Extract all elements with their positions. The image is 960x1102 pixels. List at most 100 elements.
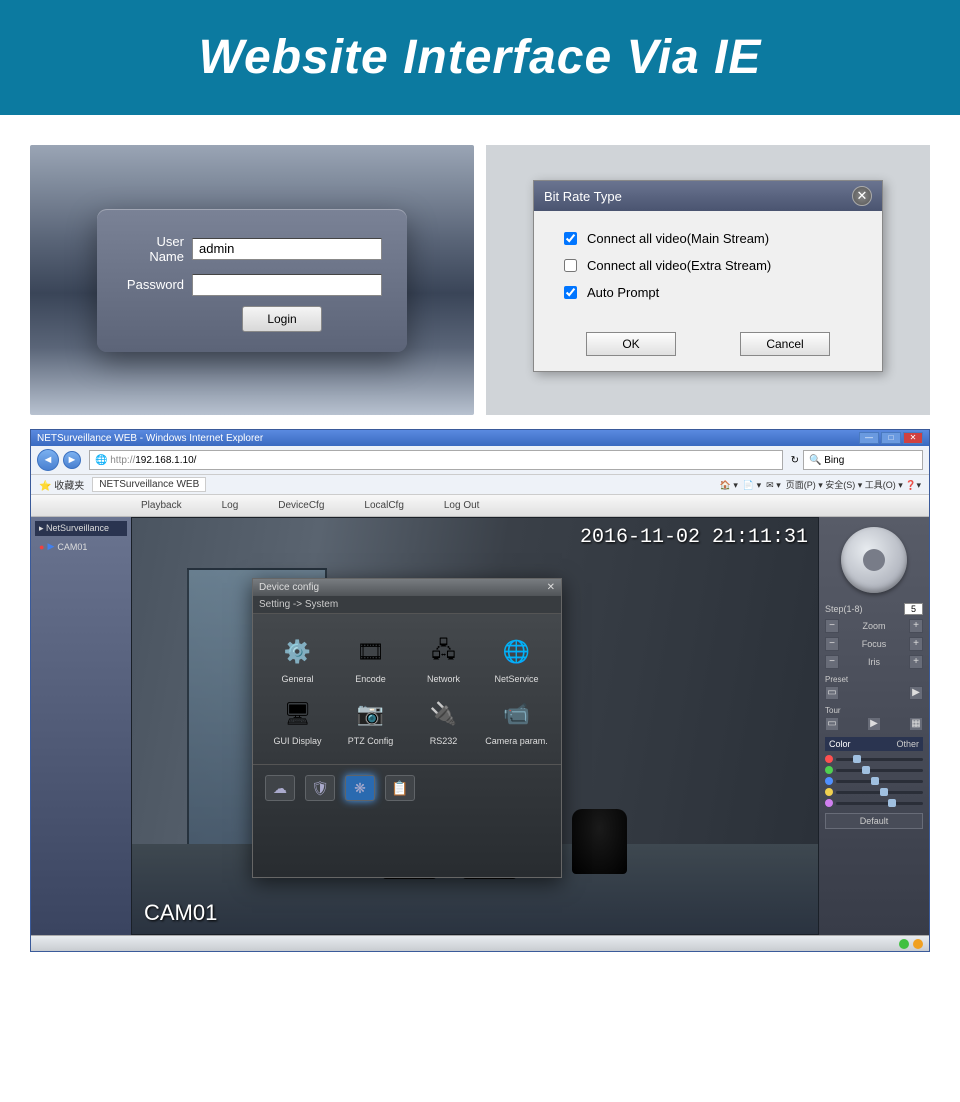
config-item-encode[interactable]: 🎞 Encode bbox=[338, 634, 403, 684]
username-input[interactable] bbox=[192, 238, 382, 260]
auto-prompt-label: Auto Prompt bbox=[587, 285, 659, 300]
window-close-button[interactable]: ✕ bbox=[903, 432, 923, 444]
extra-stream-option[interactable]: Connect all video(Extra Stream) bbox=[564, 258, 852, 273]
config-item-network[interactable]: 🖧 Network bbox=[411, 634, 476, 684]
other-tab[interactable]: Other bbox=[896, 739, 919, 749]
minimize-button[interactable]: — bbox=[859, 432, 879, 444]
focus-minus[interactable]: − bbox=[825, 637, 839, 651]
maximize-button[interactable]: □ bbox=[881, 432, 901, 444]
color-tab[interactable]: Color bbox=[829, 739, 851, 749]
tab-netsurveillance[interactable]: NETSurveillance WEB bbox=[92, 477, 206, 492]
video-camera-label: CAM01 bbox=[144, 900, 217, 926]
tree-item-cam01[interactable]: ● ▶ CAM01 bbox=[35, 539, 127, 554]
color-slider-2[interactable] bbox=[825, 777, 923, 785]
login-box: User Name Password Login bbox=[97, 209, 407, 352]
login-panel: User Name Password Login bbox=[30, 145, 474, 415]
ptz-panel: Step(1-8) 5 −Zoom+−Focus+−Iris+ Preset ▭… bbox=[819, 517, 929, 935]
auto-prompt-option[interactable]: Auto Prompt bbox=[564, 285, 852, 300]
config-label: Network bbox=[427, 674, 460, 684]
menu-playback[interactable]: Playback bbox=[141, 500, 182, 511]
iris-minus[interactable]: − bbox=[825, 655, 839, 669]
config-item-general[interactable]: ⚙️General bbox=[265, 634, 330, 684]
url-scheme: http:// bbox=[110, 455, 135, 466]
device-config-breadcrumb: Setting -> System bbox=[253, 596, 561, 614]
username-label: User Name bbox=[122, 234, 192, 264]
app-area: Playback Log DeviceCfg LocalCfg Log Out … bbox=[31, 495, 929, 935]
config-label: General bbox=[281, 674, 313, 684]
back-button[interactable]: ◄ bbox=[37, 449, 59, 471]
iris-label: Iris bbox=[868, 657, 880, 667]
search-field[interactable]: 🔍 Bing bbox=[803, 450, 923, 470]
page-header: Website Interface Via IE bbox=[0, 0, 960, 115]
config-item-camera-param-[interactable]: 📹Camera param. bbox=[484, 696, 549, 746]
iris-plus[interactable]: + bbox=[909, 655, 923, 669]
color-slider-0[interactable] bbox=[825, 755, 923, 763]
config-icon: 🎞 bbox=[353, 634, 389, 670]
config-item-ptz-config[interactable]: 📷PTZ Config bbox=[338, 696, 403, 746]
config-item-rs232[interactable]: 🔌 RS232 bbox=[411, 696, 476, 746]
menu-localcfg[interactable]: LocalCfg bbox=[364, 500, 403, 511]
config-icon: 📷 bbox=[353, 696, 389, 732]
page-title: Website Interface Via IE bbox=[0, 30, 960, 85]
focus-plus[interactable]: + bbox=[909, 637, 923, 651]
url-text: 192.168.1.10/ bbox=[135, 455, 196, 466]
search-placeholder: Bing bbox=[824, 455, 844, 466]
favorites-icon[interactable]: ⭐ 收藏夹 bbox=[39, 477, 84, 492]
default-button[interactable]: Default bbox=[825, 813, 923, 829]
config-icon: 🖧 bbox=[426, 634, 462, 670]
window-title: NETSurveillance WEB - Windows Internet E… bbox=[37, 433, 263, 444]
config-item-gui-display[interactable]: 🖥GUI Display bbox=[265, 696, 330, 746]
bottom-icon-list[interactable]: 📋 bbox=[385, 775, 415, 801]
play-icon: ▶ bbox=[47, 541, 54, 552]
close-icon[interactable]: ✕ bbox=[852, 186, 872, 206]
ie-window: NETSurveillance WEB - Windows Internet E… bbox=[30, 429, 930, 952]
config-item-netservice[interactable]: 🌐NetService bbox=[484, 634, 549, 684]
bitrate-panel: Bit Rate Type ✕ Connect all video(Main S… bbox=[486, 145, 930, 415]
tour-grid[interactable]: ▦ bbox=[909, 717, 923, 731]
ptz-joystick[interactable] bbox=[841, 527, 907, 593]
url-field[interactable]: 🌐 http:// 192.168.1.10/ bbox=[89, 450, 783, 470]
ie-toolbar-right[interactable]: 🏠 ▾ 📄 ▾ ✉ ▾ 页面(P) ▾ 安全(S) ▾ 工具(O) ▾ ❓▾ bbox=[720, 478, 921, 491]
preset-box[interactable]: ▭ bbox=[825, 686, 839, 700]
zoom-plus[interactable]: + bbox=[909, 619, 923, 633]
bottom-icon-cloud[interactable]: ☁ bbox=[265, 775, 295, 801]
device-tree: ▸ NetSurveillance ● ▶ CAM01 bbox=[31, 517, 131, 935]
config-icon: 🖥 bbox=[280, 696, 316, 732]
slider-color-icon bbox=[825, 766, 833, 774]
config-icon: 🔌 bbox=[426, 696, 462, 732]
auto-prompt-checkbox[interactable] bbox=[564, 286, 577, 299]
preset-play[interactable]: ▶ bbox=[909, 686, 923, 700]
extra-stream-checkbox[interactable] bbox=[564, 259, 577, 272]
password-input[interactable] bbox=[192, 274, 382, 296]
menu-log[interactable]: Log bbox=[222, 500, 239, 511]
tour-play[interactable]: ▶ bbox=[867, 717, 881, 731]
ie-titlebar: NETSurveillance WEB - Windows Internet E… bbox=[31, 430, 929, 446]
device-config-close-icon[interactable]: ✕ bbox=[547, 582, 555, 593]
color-slider-4[interactable] bbox=[825, 799, 923, 807]
menu-devicecfg[interactable]: DeviceCfg bbox=[278, 500, 324, 511]
main-stream-option[interactable]: Connect all video(Main Stream) bbox=[564, 231, 852, 246]
color-slider-1[interactable] bbox=[825, 766, 923, 774]
zoom-minus[interactable]: − bbox=[825, 619, 839, 633]
tour-box[interactable]: ▭ bbox=[825, 717, 839, 731]
video-viewport[interactable]: 2016-11-02 21:11:31 CAM01 Device config … bbox=[131, 517, 819, 935]
slider-color-icon bbox=[825, 788, 833, 796]
bottom-icon-shield[interactable]: 🛡 bbox=[305, 775, 335, 801]
color-slider-3[interactable] bbox=[825, 788, 923, 796]
step-value[interactable]: 5 bbox=[904, 603, 923, 615]
config-label: RS232 bbox=[430, 736, 458, 746]
record-icon: ● bbox=[39, 542, 44, 552]
focus-label: Focus bbox=[862, 639, 887, 649]
dialog-titlebar: Bit Rate Type ✕ bbox=[534, 181, 882, 211]
status-green-icon bbox=[899, 939, 909, 949]
cancel-button[interactable]: Cancel bbox=[740, 332, 830, 356]
main-stream-checkbox[interactable] bbox=[564, 232, 577, 245]
ok-button[interactable]: OK bbox=[586, 332, 676, 356]
forward-button[interactable]: ► bbox=[63, 451, 81, 469]
login-button[interactable]: Login bbox=[242, 306, 322, 332]
config-label: Encode bbox=[355, 674, 386, 684]
bottom-icon-gear[interactable]: ❋ bbox=[345, 775, 375, 801]
menu-logout[interactable]: Log Out bbox=[444, 500, 480, 511]
slider-color-icon bbox=[825, 777, 833, 785]
main-stream-label: Connect all video(Main Stream) bbox=[587, 231, 769, 246]
